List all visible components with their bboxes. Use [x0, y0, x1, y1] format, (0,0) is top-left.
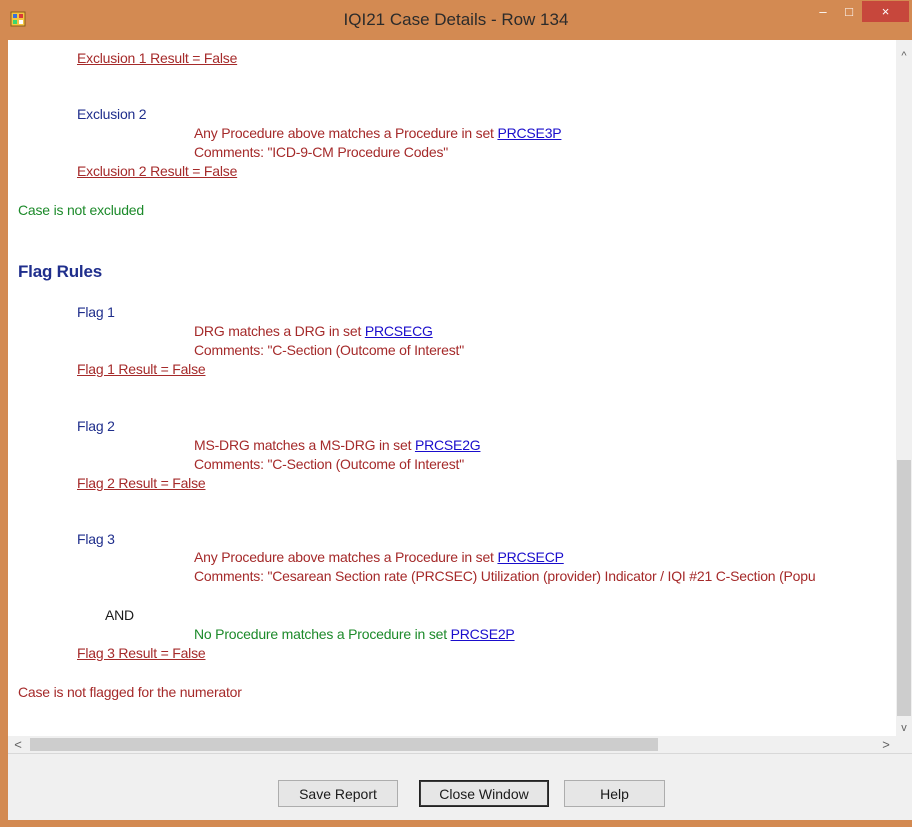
vertical-scroll-thumb[interactable]: [897, 460, 911, 716]
exclusion2-comments: Comments: "ICD-9-CM Procedure Codes": [194, 144, 449, 160]
close-button[interactable]: ×: [862, 1, 909, 22]
minimize-icon: –: [819, 4, 827, 19]
exclusion2-result: Exclusion 2 Result = False: [77, 163, 238, 179]
maximize-button[interactable]: □: [836, 1, 862, 22]
horizontal-scroll-thumb[interactable]: [30, 738, 658, 751]
vertical-scrollbar[interactable]: ^ v: [896, 40, 912, 736]
flag2-rule-text: MS-DRG matches a MS-DRG in set: [194, 437, 415, 453]
case-details-window: IQI21 Case Details - Row 134 – □ × Exclu…: [0, 0, 912, 827]
title-bar[interactable]: IQI21 Case Details - Row 134 – □ ×: [0, 0, 912, 40]
flag1-rule-text: DRG matches a DRG in set: [194, 323, 365, 339]
save-report-button[interactable]: Save Report: [278, 780, 398, 807]
minimize-button[interactable]: –: [810, 1, 836, 22]
flag3-rule2-text: No Procedure matches a Procedure in set: [194, 626, 451, 642]
exclusion2-rule: Any Procedure above matches a Procedure …: [194, 125, 562, 141]
scroll-left-icon[interactable]: <: [10, 736, 26, 753]
flag-summary: Case is not flagged for the numerator: [18, 684, 242, 700]
content-panel: Exclusion 1 Result = False Exclusion 2 A…: [8, 40, 912, 820]
exclusion1-result: Exclusion 1 Result = False: [77, 50, 238, 66]
report-viewer[interactable]: Exclusion 1 Result = False Exclusion 2 A…: [8, 40, 896, 736]
flag2-rule: MS-DRG matches a MS-DRG in set PRCSE2G: [194, 437, 481, 453]
close-window-button[interactable]: Close Window: [419, 780, 549, 807]
horizontal-scrollbar[interactable]: < >: [8, 736, 896, 753]
button-bar: Save Report Close Window Help: [8, 753, 912, 820]
flag3-and-operator: AND: [105, 607, 134, 623]
flag1-label: Flag 1: [77, 304, 115, 320]
flag1-comments: Comments: "C-Section (Outcome of Interes…: [194, 342, 464, 358]
flag2-set-link[interactable]: PRCSE2G: [415, 437, 481, 453]
flag1-result: Flag 1 Result = False: [77, 361, 206, 377]
flag3-comments: Comments: "Cesarean Section rate (PRCSEC…: [194, 568, 816, 584]
close-icon: ×: [881, 4, 890, 19]
flag3-rule: Any Procedure above matches a Procedure …: [194, 549, 564, 565]
flag2-comments: Comments: "C-Section (Outcome of Interes…: [194, 456, 464, 472]
flag2-label: Flag 2: [77, 418, 115, 434]
exclusion2-label: Exclusion 2: [77, 106, 147, 122]
exclusion-summary: Case is not excluded: [18, 202, 144, 218]
window-title: IQI21 Case Details - Row 134: [343, 10, 569, 29]
help-button[interactable]: Help: [564, 780, 665, 807]
scroll-right-icon[interactable]: >: [878, 736, 894, 753]
flag3-label: Flag 3: [77, 531, 115, 547]
scrollbar-corner: [896, 736, 912, 753]
flag3-rule2-set-link[interactable]: PRCSE2P: [451, 626, 515, 642]
scroll-down-icon[interactable]: v: [896, 720, 912, 736]
flag3-rule2: No Procedure matches a Procedure in set …: [194, 626, 515, 642]
flag3-rule-text: Any Procedure above matches a Procedure …: [194, 549, 498, 565]
flag3-set-link[interactable]: PRCSECP: [497, 549, 563, 565]
exclusion2-set-link[interactable]: PRCSE3P: [497, 125, 561, 141]
flag1-rule: DRG matches a DRG in set PRCSECG: [194, 323, 433, 339]
flag2-result: Flag 2 Result = False: [77, 475, 206, 491]
flag-rules-heading: Flag Rules: [18, 262, 102, 281]
maximize-icon: □: [845, 4, 853, 19]
flag3-result: Flag 3 Result = False: [77, 645, 206, 661]
scroll-up-icon[interactable]: ^: [896, 48, 912, 64]
exclusion2-rule-text: Any Procedure above matches a Procedure …: [194, 125, 498, 141]
flag1-set-link[interactable]: PRCSECG: [365, 323, 433, 339]
